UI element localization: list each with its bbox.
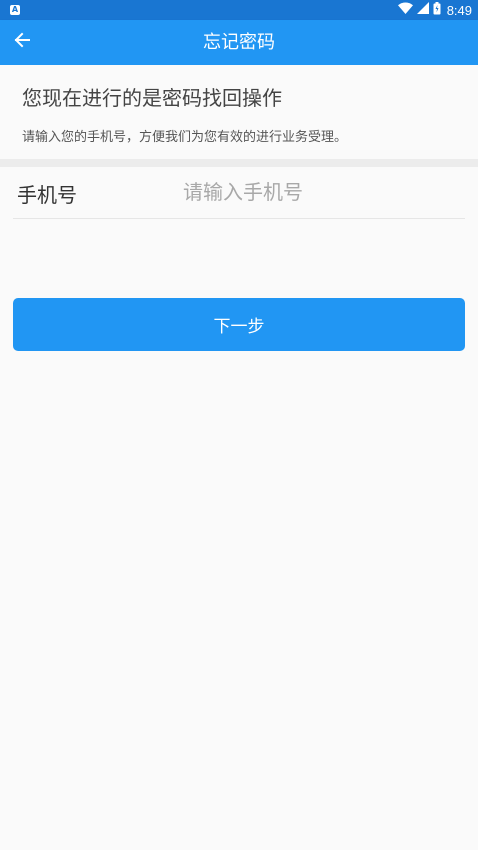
status-time: 8:49 xyxy=(446,2,472,18)
status-left: A xyxy=(10,5,20,15)
next-step-button[interactable]: 下一步 xyxy=(13,298,465,351)
phone-input[interactable] xyxy=(183,173,453,211)
status-right: 8:49 xyxy=(397,1,472,19)
arrow-left-icon xyxy=(14,32,30,52)
back-button[interactable] xyxy=(8,25,36,59)
wifi-icon xyxy=(397,2,413,18)
info-heading: 您现在进行的是密码找回操作 xyxy=(22,86,282,110)
cell-signal-icon xyxy=(416,2,429,18)
notification-app-icon: A xyxy=(10,5,20,15)
info-description: 请输入您的手机号，方便我们为您有效的进行业务受理。 xyxy=(22,130,348,145)
page-title: 忘记密码 xyxy=(203,32,275,53)
battery-icon xyxy=(433,1,441,19)
phone-label: 手机号 xyxy=(17,183,77,207)
section-divider xyxy=(0,159,478,167)
app-bar: 忘记密码 xyxy=(0,20,478,65)
info-section: 您现在进行的是密码找回操作 请输入您的手机号，方便我们为您有效的进行业务受理。 xyxy=(0,65,478,160)
status-bar: A 8:49 xyxy=(0,0,478,20)
phone-form-row: 手机号 xyxy=(13,167,465,219)
